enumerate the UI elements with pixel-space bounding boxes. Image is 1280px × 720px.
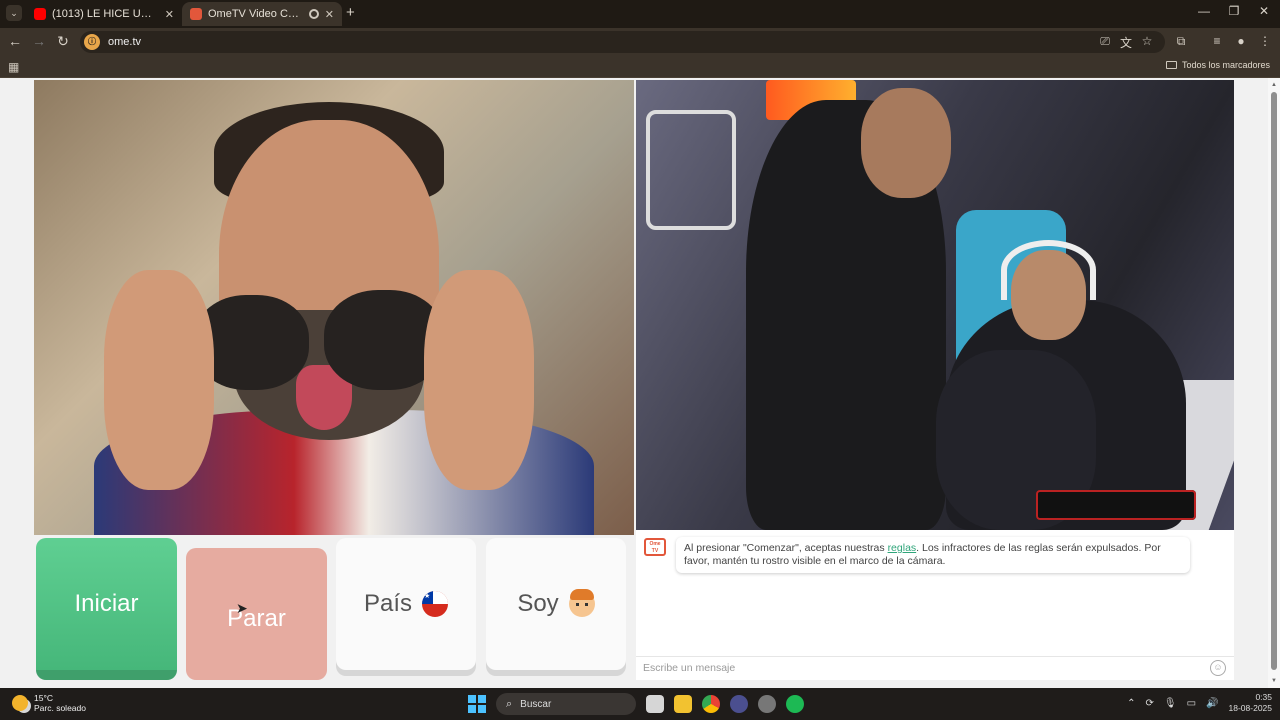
ometv-icon (190, 8, 202, 20)
system-tray: ⌃ ⟳ 🎙 ▭ 🔊 0:35 18-08-2025 (1127, 692, 1272, 714)
ometv-logo-icon: Ome TV (644, 538, 666, 556)
taskbar: 15°C Parc. soleado ⌕ Buscar ⌃ ⟳ 🎙 ▭ 🔊 0:… (0, 688, 1280, 720)
translate-icon[interactable]: 文 (1117, 34, 1135, 51)
spotify-icon[interactable] (786, 695, 804, 713)
address-bar[interactable]: ⓘ ome.tv (80, 31, 1165, 53)
taskbar-apps: ⌕ Buscar (468, 693, 804, 715)
clock[interactable]: 0:35 18-08-2025 (1229, 692, 1272, 714)
tab-search-icon[interactable]: ⌄ (6, 5, 22, 21)
profile-icon[interactable]: ● (1232, 34, 1250, 48)
youtube-icon (34, 8, 46, 20)
weather-desc: Parc. soleado (34, 703, 86, 713)
volume-icon[interactable]: 🔊 (1206, 698, 1218, 709)
back-icon[interactable]: ← (6, 33, 24, 49)
start-label: Iniciar (74, 590, 139, 617)
weather-temp: 15°C (34, 693, 53, 703)
recording-icon (308, 9, 319, 19)
tab-youtube[interactable]: (1013) LE HICE UNA CITA A CIEGAS ✕ (26, 2, 182, 26)
gender-label: Soy (517, 590, 559, 617)
bookmarks-bar: ▦ Todos los marcadores (0, 56, 1280, 78)
obs-icon[interactable] (758, 695, 776, 713)
start-button[interactable]: Iniciar (36, 538, 177, 680)
clock-time: 0:35 (1255, 692, 1272, 702)
taskbar-search[interactable]: ⌕ Buscar (496, 693, 636, 715)
stop-button[interactable]: Parar (186, 548, 327, 680)
tab-title: (1013) LE HICE UNA CITA A CIEGAS (52, 8, 159, 20)
windows-start-icon[interactable] (468, 695, 486, 713)
scrollbar[interactable]: ▲ ▼ (1268, 78, 1280, 688)
partly-sunny-icon (12, 695, 28, 711)
tab-title: OmeTV Video Chat — Omegle (208, 8, 303, 20)
message-input[interactable] (636, 657, 1196, 679)
all-bookmarks-label: Todos los marcadores (1181, 60, 1270, 70)
sync-icon[interactable]: ⟳ (1146, 698, 1154, 709)
tab-strip: ⌄ (1013) LE HICE UNA CITA A CIEGAS ✕ Ome… (0, 0, 1280, 28)
close-tab-icon[interactable]: ✕ (165, 8, 174, 21)
scroll-up-icon[interactable]: ▲ (1271, 82, 1277, 88)
site-info-icon[interactable]: ⓘ (84, 34, 100, 50)
rules-notice: Al presionar "Comenzar", aceptas nuestra… (676, 537, 1190, 573)
search-icon: ⌕ (506, 697, 513, 710)
gender-button[interactable]: Soy (486, 538, 626, 670)
media-controls-icon[interactable]: ≡ (1208, 34, 1226, 48)
close-window-icon[interactable]: ✕ (1254, 4, 1274, 18)
partner-video (34, 80, 634, 535)
country-label: País (363, 590, 413, 617)
new-tab-icon[interactable]: + (346, 5, 355, 21)
network-icon[interactable]: ▭ (1187, 698, 1196, 709)
reload-icon[interactable]: ↻ (54, 33, 72, 50)
self-video (636, 80, 1234, 530)
cast-icon[interactable]: ⎚ (1096, 34, 1114, 49)
tray-overflow-icon[interactable]: ⌃ (1127, 698, 1135, 709)
microphone-icon[interactable]: 🎙 (1164, 698, 1177, 709)
scroll-thumb[interactable] (1271, 92, 1277, 670)
boy-emoji-icon (568, 589, 595, 617)
close-tab-icon[interactable]: ✕ (325, 8, 334, 21)
emoji-icon[interactable]: ☺ (1210, 660, 1226, 676)
file-explorer-icon[interactable] (674, 695, 692, 713)
apps-grid-icon[interactable]: ▦ (8, 60, 19, 74)
page-content: Iniciar Parar País ★ Soy ➤ Ome TV Al pre… (0, 78, 1280, 688)
weather-widget[interactable]: 15°C Parc. soleado (12, 693, 86, 713)
extensions-icon[interactable]: ⧉ (1172, 34, 1190, 49)
address-text: ome.tv (108, 36, 142, 48)
chile-flag-icon: ★ (422, 591, 449, 617)
browser-toolbar: ← → ↻ ⓘ ome.tv ⎚ 文 ☆ ⧉ ≡ ● ⋮ (0, 28, 1280, 56)
restore-icon[interactable]: ❐ (1224, 4, 1244, 18)
folder-icon (1165, 61, 1177, 69)
chat-panel: Ome TV Al presionar "Comenzar", aceptas … (636, 530, 1234, 680)
all-bookmarks[interactable]: Todos los marcadores (1165, 60, 1270, 70)
scroll-down-icon[interactable]: ▼ (1271, 678, 1277, 684)
forward-icon[interactable]: → (30, 33, 48, 49)
tab-ometv[interactable]: OmeTV Video Chat — Omegle ✕ (182, 2, 342, 26)
app-icon[interactable] (730, 695, 748, 713)
chrome-icon[interactable] (702, 695, 720, 713)
message-input-bar: ☺ (636, 656, 1234, 680)
country-button[interactable]: País ★ (336, 538, 476, 670)
rules-link[interactable]: reglas (888, 542, 917, 554)
menu-icon[interactable]: ⋮ (1256, 34, 1274, 48)
mouse-cursor-icon: ➤ (236, 600, 248, 616)
clock-date: 18-08-2025 (1228, 703, 1272, 713)
task-view-icon[interactable] (646, 695, 664, 713)
bookmark-star-icon[interactable]: ☆ (1138, 34, 1156, 48)
minimize-icon[interactable]: — (1194, 4, 1214, 18)
search-label: Buscar (520, 698, 552, 710)
